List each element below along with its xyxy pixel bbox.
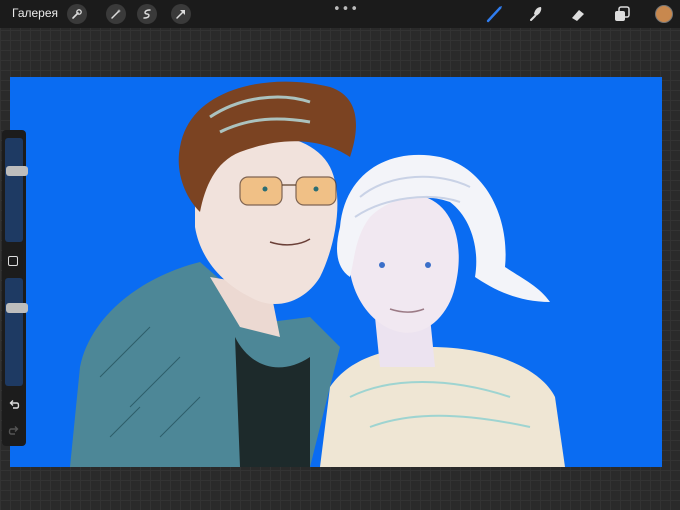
more-options-handle[interactable]: ••• [333,2,359,17]
color-picker-button[interactable] [655,5,673,23]
gallery-button[interactable]: Галерея [12,6,58,20]
redo-button[interactable] [7,424,21,438]
selection-icon [143,9,151,19]
brush-size-slider[interactable] [5,138,28,242]
left-sidebar [2,130,28,446]
brush-icon [486,6,502,23]
undo-icon [9,400,20,409]
brush-tool-button[interactable] [484,3,506,25]
brush-size-thumb[interactable] [6,166,28,177]
modifier-square-button[interactable] [8,256,18,266]
magic-wand-icon [111,9,121,19]
actions-button[interactable] [67,4,87,24]
drawing-canvas[interactable] [10,77,662,467]
top-toolbar: Галерея ••• [0,0,680,28]
layers-button[interactable] [611,3,633,25]
opacity-thumb[interactable] [6,302,28,313]
wrench-icon [72,9,82,19]
adjustments-button[interactable] [106,4,126,24]
artwork-illustration [70,81,565,467]
eraser-tool-button[interactable] [567,3,589,25]
selection-button[interactable] [137,4,157,24]
transform-button[interactable] [171,4,191,24]
smudge-tool-button[interactable] [525,3,547,25]
layers-icon [615,6,630,21]
transform-arrow-icon [176,10,185,19]
opacity-slider[interactable] [5,278,28,386]
redo-icon [8,426,19,435]
smudge-icon [530,7,542,21]
eraser-icon [572,10,584,21]
undo-button[interactable] [7,398,21,412]
